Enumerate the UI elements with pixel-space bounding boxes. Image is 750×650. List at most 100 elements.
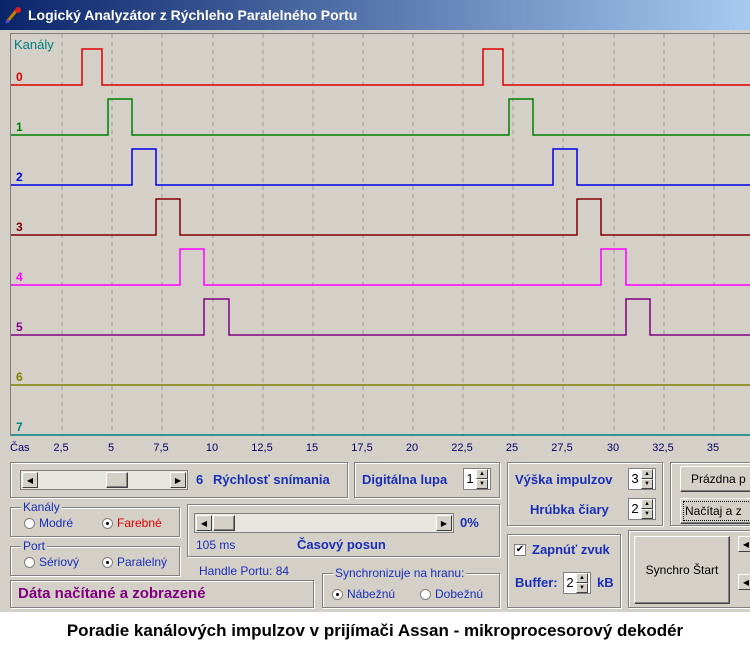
- zoom-up-arrow[interactable]: ▲: [476, 469, 488, 479]
- line-width-up-arrow[interactable]: ▲: [641, 499, 653, 509]
- channels-group-legend: Kanály: [21, 500, 62, 514]
- main-window: Logický Analyzátor z Rýchleho Paralelnéh…: [0, 0, 750, 612]
- channel-label: 5: [16, 320, 23, 334]
- channel-trace: [11, 48, 750, 86]
- shift-percent: 0%: [460, 515, 479, 530]
- speed-right-arrow[interactable]: ▶: [170, 472, 186, 488]
- channel-label: 4: [16, 270, 23, 284]
- tick-label: 30: [606, 442, 620, 454]
- channel-label: 6: [16, 370, 23, 384]
- buffer-label: Buffer:: [515, 575, 558, 590]
- side-arrow-bottom[interactable]: ◀: [738, 574, 750, 590]
- radio-circle: [24, 517, 35, 529]
- shift-ms: 105 ms: [196, 538, 236, 552]
- title-bar: Logický Analyzátor z Rýchleho Paralelnéh…: [0, 0, 750, 30]
- window-title: Logický Analyzátor z Rýchleho Paralelnéh…: [28, 7, 358, 23]
- rising-radio[interactable]: Nábežnú: [332, 587, 395, 601]
- axis-label: Čas: [10, 442, 30, 454]
- speed-left-arrow[interactable]: ◀: [22, 472, 38, 488]
- channel-label: 7: [16, 420, 23, 434]
- line-width-label: Hrúbka čiary: [530, 502, 609, 517]
- line-width-down-arrow[interactable]: ▼: [641, 509, 653, 519]
- buffer-unit: kB: [597, 575, 614, 590]
- sound-checkbox[interactable]: ✔ Zapnúť zvuk: [514, 542, 610, 557]
- tick-label: 32,5: [652, 442, 674, 454]
- page-caption: Poradie kanálových impulzov v prijímači …: [66, 621, 684, 640]
- sync-group-legend: Synchronizuje na hranu:: [333, 566, 467, 580]
- channels-label: Kanály: [14, 37, 54, 52]
- speed-scrollbar[interactable]: [20, 470, 188, 490]
- load-button[interactable]: Načítaj a z: [680, 498, 750, 524]
- tick-label: 12,5: [251, 442, 273, 454]
- radio-circle: [332, 588, 343, 600]
- color-radio[interactable]: Farebné: [102, 516, 162, 530]
- radio-circle: [102, 556, 113, 568]
- port-group-legend: Port: [21, 539, 48, 553]
- zoom-label: Digitálna lupa: [362, 472, 448, 487]
- tick-label: 7,5: [153, 442, 169, 454]
- empty-button[interactable]: Prázdna p: [680, 466, 750, 492]
- checkbox-box: ✔: [514, 543, 526, 556]
- buffer-value: 2: [566, 575, 574, 590]
- shift-left-arrow[interactable]: ◀: [196, 515, 212, 531]
- speed-thumb[interactable]: [106, 472, 128, 488]
- channel-trace: [11, 298, 750, 336]
- shift-right-arrow[interactable]: ▶: [436, 515, 452, 531]
- tick-label: 27,5: [551, 442, 573, 454]
- channel-trace: [11, 198, 750, 236]
- tick-label: 22,5: [451, 442, 473, 454]
- channel-label: 1: [16, 120, 23, 134]
- tick-label: 25: [505, 442, 519, 454]
- scope-display: Kanály 0 1 2 3 4 5 6 7: [10, 33, 750, 437]
- tick-label: 17,5: [351, 442, 373, 454]
- tick-label: 35: [706, 442, 720, 454]
- pulse-height-label: Výška impulzov: [515, 472, 613, 487]
- tick-label: 2,5: [53, 442, 69, 454]
- channel-trace: [11, 98, 750, 136]
- tick-label: 10: [205, 442, 219, 454]
- zoom-down-arrow[interactable]: ▼: [476, 479, 488, 489]
- shift-thumb[interactable]: [213, 515, 235, 531]
- side-arrow-top[interactable]: ◀: [738, 536, 750, 552]
- status-text: Dáta načítané a zobrazené: [18, 585, 206, 602]
- sound-label: Zapnúť zvuk: [532, 542, 610, 557]
- speed-label: Rýchlosť snímania: [213, 472, 330, 487]
- tick-label: 20: [405, 442, 419, 454]
- radio-circle: [102, 517, 113, 529]
- falling-radio[interactable]: Dobežnú: [420, 587, 483, 601]
- speed-value: 6: [196, 472, 204, 487]
- app-icon: [5, 7, 21, 24]
- blue-radio[interactable]: Modré: [24, 516, 73, 530]
- serial-option-label: Sériový: [39, 555, 80, 569]
- pulse-height-up-arrow[interactable]: ▲: [641, 469, 653, 479]
- channel-trace: [11, 148, 750, 186]
- radio-circle: [420, 588, 431, 600]
- pulse-height-spinner[interactable]: 3 ▲ ▼: [628, 468, 656, 490]
- blue-option-label: Modré: [39, 516, 74, 530]
- channel-label: 0: [16, 70, 23, 84]
- color-option-label: Farebné: [117, 516, 162, 530]
- waveform-canvas: Kanály 0 1 2 3 4 5 6 7: [11, 34, 750, 437]
- time-axis: Čas 2,5 5 7,5 10 12,5 15 17,5 20 22,5 25 27,5 30 32,…: [10, 436, 750, 458]
- rising-option-label: Nábežnú: [347, 587, 396, 601]
- pulse-height-value: 3: [631, 471, 639, 486]
- parallel-radio[interactable]: Paralelný: [102, 555, 167, 569]
- shift-label: Časový posun: [297, 537, 386, 552]
- falling-option-label: Dobežnú: [435, 587, 484, 601]
- pulse-height-down-arrow[interactable]: ▼: [641, 479, 653, 489]
- zoom-spinner[interactable]: 1 ▲ ▼: [463, 468, 491, 490]
- line-width-value: 2: [631, 501, 639, 516]
- zoom-value: 1: [466, 471, 474, 486]
- line-width-spinner[interactable]: 2 ▲ ▼: [628, 498, 656, 520]
- tick-label: 5: [107, 442, 115, 454]
- channel-label: 2: [16, 170, 23, 184]
- buffer-spinner[interactable]: 2 ▲ ▼: [563, 572, 591, 594]
- synchro-start-button[interactable]: Synchro Štart: [634, 536, 730, 604]
- serial-radio[interactable]: Sériový: [24, 555, 79, 569]
- channel-label: 3: [16, 220, 23, 234]
- tick-label: 15: [305, 442, 319, 454]
- radio-circle: [24, 556, 35, 568]
- buffer-up-arrow[interactable]: ▲: [576, 573, 588, 583]
- buffer-down-arrow[interactable]: ▼: [576, 583, 588, 593]
- channel-trace: [11, 248, 750, 286]
